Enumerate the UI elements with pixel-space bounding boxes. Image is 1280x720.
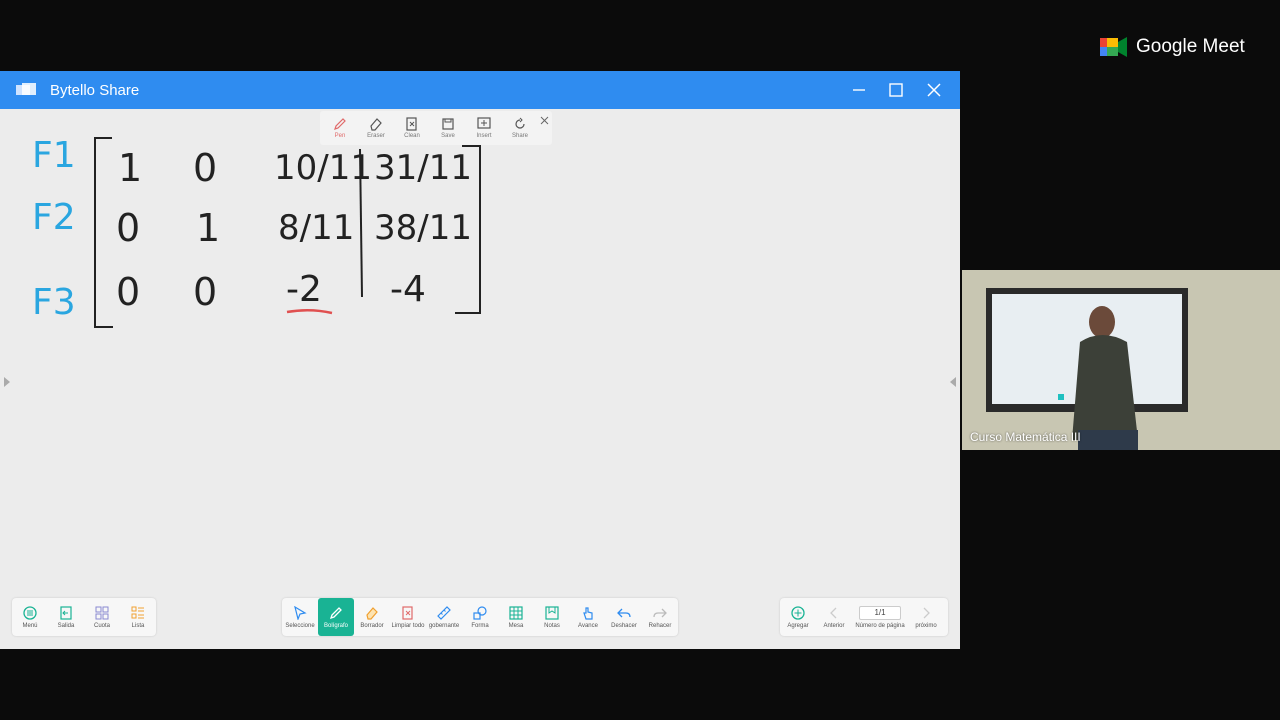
list-button[interactable]: Lista xyxy=(120,599,156,635)
highlight-underline xyxy=(286,309,333,315)
left-panel-arrow-icon[interactable] xyxy=(4,377,10,387)
redo-button[interactable]: Rehacer xyxy=(642,599,678,635)
cell-r2-c2: 1 xyxy=(196,206,220,250)
cell-r1-c2: 0 xyxy=(193,146,217,190)
google-meet-brand: Google Meet xyxy=(1100,34,1245,60)
row-label-f2: F2 xyxy=(32,197,76,238)
shape-button[interactable]: Forma xyxy=(462,599,498,635)
exit-button[interactable]: Salida xyxy=(48,599,84,635)
mini-eraser-button[interactable]: Eraser xyxy=(358,111,394,145)
list-icon xyxy=(131,606,144,618)
add-page-button[interactable]: Agregar xyxy=(780,599,816,635)
add-icon xyxy=(791,605,805,620)
pen-icon xyxy=(334,118,346,130)
whiteboard-drawing: F1 F2 F3 1 0 10/11 31/11 0 1 8/11 38/11 … xyxy=(32,135,481,328)
mini-save-button[interactable]: Save xyxy=(430,111,466,145)
google-meet-logo-icon xyxy=(1100,37,1127,57)
eraser-icon xyxy=(366,606,378,620)
ruler-icon xyxy=(437,605,451,620)
participant-name: Curso Matemática III xyxy=(970,430,1081,444)
participant-video-tile[interactable]: Curso Matemática III xyxy=(962,270,1280,450)
maximize-button[interactable] xyxy=(877,71,915,109)
cell-r3-c1: 0 xyxy=(116,270,140,314)
mini-pen-button[interactable]: Pen xyxy=(322,111,358,145)
meet-brand-name: Google Meet xyxy=(1136,36,1245,57)
clear-all-button[interactable]: Limpiar todo xyxy=(390,599,426,635)
minimize-icon xyxy=(853,89,865,91)
page-number-input[interactable]: 1/1 xyxy=(859,605,901,620)
mini-toolbar: Pen Eraser Clean Save Insert Share xyxy=(320,111,552,145)
mini-insert-button[interactable]: Insert xyxy=(466,111,502,145)
pen-button[interactable]: Bolígrafo xyxy=(318,598,354,636)
exit-icon xyxy=(60,605,72,620)
chevron-left-icon xyxy=(830,607,837,618)
menu-button[interactable]: Menú xyxy=(12,599,48,635)
redo-icon xyxy=(653,608,667,617)
ruler-button[interactable]: gobernante xyxy=(426,599,462,635)
mini-clean-button[interactable]: Clean xyxy=(394,111,430,145)
close-button[interactable] xyxy=(915,71,953,109)
row-label-f1: F1 xyxy=(32,135,76,176)
undo-button[interactable]: Deshacer xyxy=(606,599,642,635)
chevron-right-icon xyxy=(923,607,930,618)
select-button[interactable]: Seleccione xyxy=(282,599,318,635)
save-icon xyxy=(442,118,454,130)
menu-icon xyxy=(23,605,37,620)
cell-r3-c3: -2 xyxy=(286,269,322,310)
apps-icon xyxy=(95,606,109,619)
clear-all-icon xyxy=(402,605,413,620)
app-logo-icon xyxy=(16,83,36,95)
page-toolbar: Agregar Anterior 1/1 Número de página pr… xyxy=(780,598,948,636)
apps-button[interactable]: Cuota xyxy=(84,599,120,635)
pointer-icon xyxy=(583,606,593,620)
share-icon xyxy=(515,117,525,129)
left-toolbar: Menú Salida Cuota Lista xyxy=(12,598,156,636)
right-panel-arrow-icon[interactable] xyxy=(950,377,956,387)
previous-page-button[interactable]: Anterior xyxy=(816,599,852,635)
page-number[interactable]: 1/1 Número de página xyxy=(852,599,908,635)
eraser-button[interactable]: Borrador xyxy=(354,599,390,635)
row-label-f3: F3 xyxy=(32,282,76,323)
pointer-button[interactable]: Avance xyxy=(570,599,606,635)
notes-button[interactable]: Notas xyxy=(534,599,570,635)
minimize-button[interactable] xyxy=(840,71,878,109)
window-titlebar: Bytello Share xyxy=(0,71,960,109)
whiteboard-canvas[interactable]: F1 F2 F3 1 0 10/11 31/11 0 1 8/11 38/11 … xyxy=(0,109,960,649)
undo-icon xyxy=(617,608,631,617)
table-button[interactable]: Mesa xyxy=(498,599,534,635)
matrix-left-bracket xyxy=(94,137,113,328)
table-icon xyxy=(509,605,523,620)
mini-share-button[interactable]: Share xyxy=(502,111,538,145)
cell-r1-c3: 10/11 xyxy=(274,148,372,188)
shape-icon xyxy=(473,605,487,620)
pen-icon xyxy=(329,606,342,619)
cell-r2-c1: 0 xyxy=(116,206,140,250)
next-page-button[interactable]: próximo xyxy=(908,599,944,635)
cell-r2-c3: 8/11 xyxy=(278,208,354,248)
close-icon xyxy=(927,83,941,97)
mini-toolbar-close-icon[interactable] xyxy=(540,116,550,126)
center-toolbar: Seleccione Bolígrafo Borrador Limpiar to… xyxy=(282,598,678,636)
cell-r1-c4: 31/11 xyxy=(374,148,472,188)
window-title: Bytello Share xyxy=(50,81,140,99)
maximize-icon xyxy=(889,83,903,97)
cell-r3-c4: -4 xyxy=(390,269,426,310)
eraser-icon xyxy=(370,118,382,131)
select-icon xyxy=(294,605,307,620)
cell-r3-c2: 0 xyxy=(193,270,217,314)
insert-icon xyxy=(477,117,491,129)
cell-r2-c4: 38/11 xyxy=(374,208,472,248)
cell-r1-c1: 1 xyxy=(118,146,142,190)
shared-window: Bytello Share F1 F2 F3 1 0 10/11 31/11 0… xyxy=(0,71,960,649)
camera-feed-image xyxy=(962,270,1280,450)
clean-icon xyxy=(406,117,417,131)
notes-icon xyxy=(545,605,559,620)
